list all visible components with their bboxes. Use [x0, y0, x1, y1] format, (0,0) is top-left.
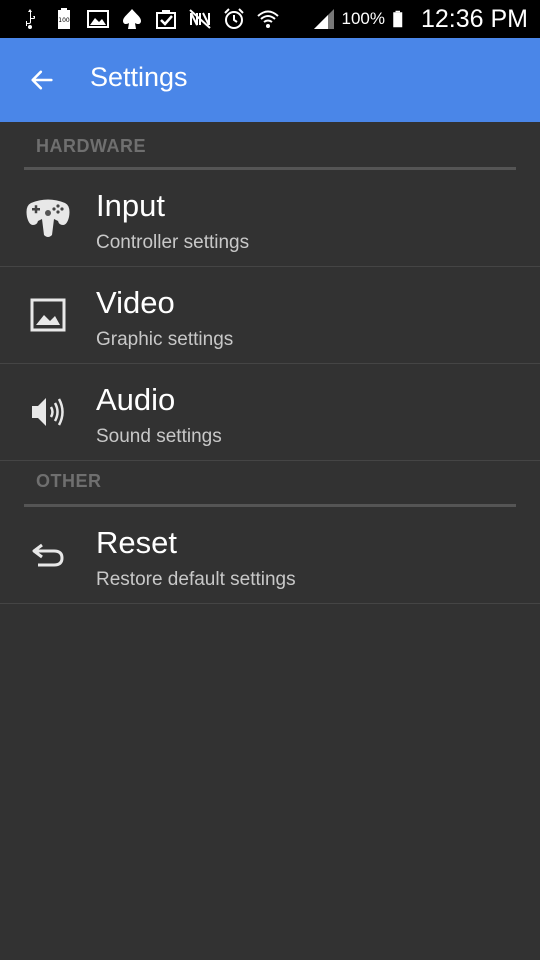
settings-item-video[interactable]: Video Graphic settings — [0, 267, 540, 364]
section-label: OTHER — [36, 471, 102, 491]
notification-icons: 100 — [18, 4, 280, 34]
app-bar: Settings — [0, 38, 540, 122]
image-icon — [24, 293, 72, 337]
settings-item-input[interactable]: Input Controller settings — [0, 170, 540, 267]
page-title: Settings — [90, 62, 188, 92]
status-right: 100% 12:36 PM — [312, 2, 528, 36]
settings-item-title: Input — [96, 188, 165, 223]
settings-item-title: Reset — [96, 525, 177, 560]
back-button[interactable] — [20, 60, 64, 100]
settings-item-title: Video — [96, 285, 175, 320]
gallery-icon — [87, 10, 109, 28]
status-bar: 100 100% 12:36 PM — [0, 0, 540, 38]
alarm-icon — [224, 8, 244, 29]
usb-icon — [26, 9, 35, 29]
settings-item-audio[interactable]: Audio Sound settings — [0, 364, 540, 461]
battery-full-icon: 100 — [58, 8, 70, 29]
undo-icon — [24, 533, 72, 577]
speaker-icon — [24, 390, 72, 434]
battery-icon — [393, 10, 403, 28]
spade-icon — [123, 9, 141, 29]
settings-item-subtitle: Sound settings — [96, 426, 222, 447]
section-header-other: OTHER — [0, 461, 540, 507]
section-label: HARDWARE — [36, 136, 146, 156]
gamepad-icon — [24, 196, 72, 240]
settings-list: HARDWARE Input Controller settings Video… — [0, 122, 540, 604]
wifi-icon — [257, 10, 279, 28]
svg-text:100: 100 — [58, 17, 70, 24]
settings-item-title: Audio — [96, 382, 176, 417]
signal-icon — [313, 9, 334, 29]
clock: 12:36 PM — [420, 4, 528, 33]
settings-item-subtitle: Graphic settings — [96, 329, 234, 350]
settings-item-subtitle: Controller settings — [96, 232, 250, 253]
nfc-muted-icon — [189, 9, 211, 29]
section-header-hardware: HARDWARE — [0, 122, 540, 170]
arrow-back-icon — [31, 70, 53, 90]
battery-percent: 100% — [341, 9, 385, 28]
settings-item-reset[interactable]: Reset Restore default settings — [0, 507, 540, 604]
clipboard-check-icon — [156, 10, 176, 29]
settings-item-subtitle: Restore default settings — [96, 569, 296, 590]
